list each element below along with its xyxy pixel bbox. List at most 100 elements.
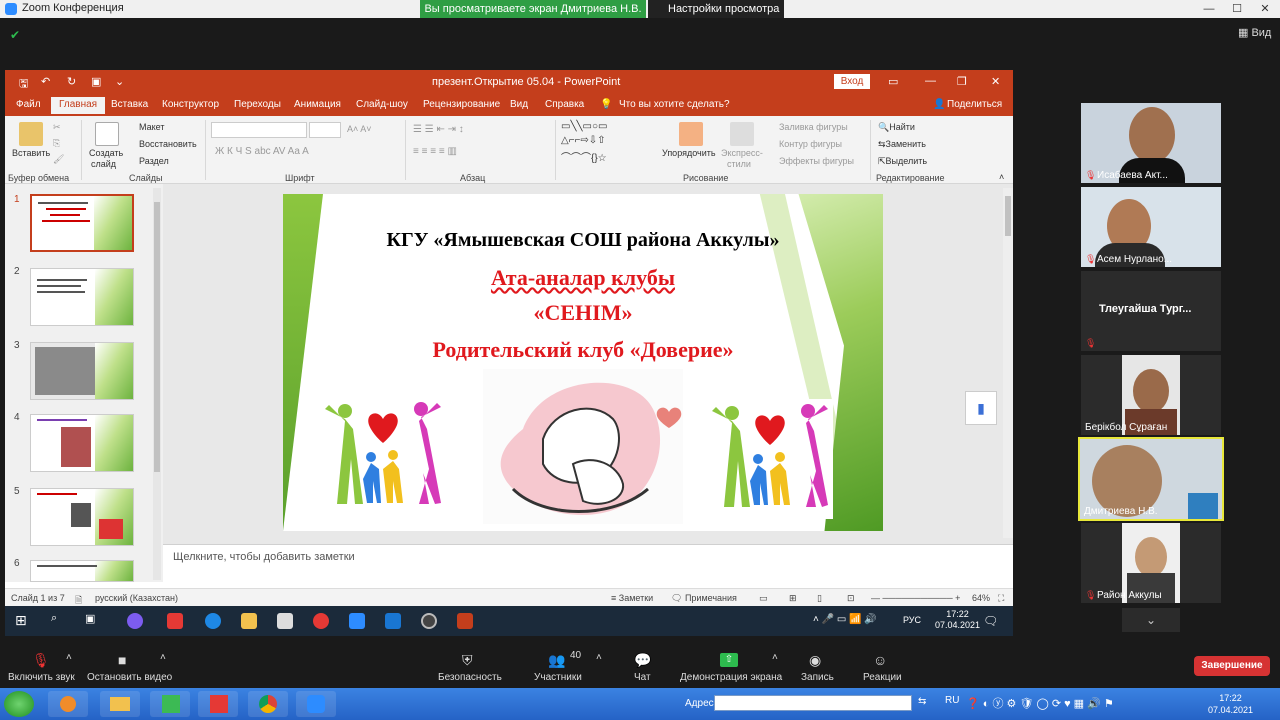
zoom-host-taskbar-button[interactable] [296, 691, 336, 717]
start-slideshow-icon[interactable]: ▣ [91, 75, 101, 88]
slide-thumbnail-3[interactable] [30, 342, 134, 400]
paste-button[interactable]: Вставить [12, 148, 50, 158]
tab-slideshow[interactable]: Слайд-шоу [356, 99, 408, 110]
chrome-taskbar-button[interactable] [248, 691, 288, 717]
reactions-button[interactable]: Реакции [863, 672, 902, 683]
start-button[interactable] [4, 691, 34, 717]
security-shield-icon[interactable]: ⛨ [462, 652, 473, 669]
reactions-smile-icon[interactable]: ☺ [873, 652, 887, 668]
bookmark-icon[interactable]: ▮ [965, 391, 997, 425]
participant-tile[interactable]: 🎙 Асем Нурлано... [1081, 187, 1221, 267]
slide-thumbnail-6[interactable] [30, 560, 134, 582]
align-icons[interactable]: ≡ ≡ ≡ ≡ ▥ [413, 146, 457, 157]
shapes-gallery-row2[interactable]: △⌐⌐⇨⇩⇧ [561, 135, 606, 146]
share-screen-button[interactable]: Демонстрация экрана [680, 672, 782, 683]
font-size-box[interactable] [309, 122, 341, 138]
tray-clock[interactable]: 17:22 07.04.2021 [935, 609, 980, 631]
cut-icon[interactable]: ✂ [53, 122, 61, 133]
security-button[interactable]: Безопасность [438, 672, 502, 683]
participants-chevron-icon[interactable]: ˄ [596, 652, 602, 663]
list-icons[interactable]: ☰ ☰ ⇤ ⇥ ↕ [413, 124, 464, 135]
tab-insert[interactable]: Вставка [111, 99, 148, 110]
font-format-icons[interactable]: Ж К Ч S abc AV Aa A [215, 146, 309, 157]
ppt-minimize-icon[interactable]: — [925, 75, 936, 87]
shape-fill-button[interactable]: Заливка фигуры [779, 122, 848, 132]
tray-icons[interactable]: ˄ 🎤 ▭ 📶 🔊 [813, 614, 877, 625]
paste-icon[interactable] [19, 122, 43, 146]
end-meeting-button[interactable]: Завершение [1194, 656, 1270, 676]
grow-font-icon[interactable]: A˄ A˅ [347, 124, 372, 134]
chat-icon[interactable]: 💬 [634, 652, 651, 669]
video-options-chevron-icon[interactable]: ˄ [160, 652, 166, 663]
mail-icon[interactable] [385, 613, 401, 629]
reset-button[interactable]: Восстановить [139, 139, 197, 149]
notes-pane[interactable]: Щелкните, чтобы добавить заметки [163, 544, 1013, 582]
ribbon-display-icon[interactable]: ▭ [888, 75, 898, 88]
tab-home[interactable]: Главная [51, 97, 106, 114]
slide-thumbnail-1[interactable] [30, 194, 134, 252]
arrange-button[interactable]: Упорядочить [662, 148, 716, 158]
font-name-box[interactable] [211, 122, 307, 138]
share-options-chevron-icon[interactable]: ˄ [772, 652, 778, 663]
tab-transitions[interactable]: Переходы [234, 99, 281, 110]
participant-tile[interactable]: Берікбол Сұраған [1081, 355, 1221, 435]
ppt-restore-icon[interactable]: ❐ [957, 75, 967, 88]
share-screen-icon[interactable]: ⇧ [720, 653, 738, 667]
shape-outline-button[interactable]: Контур фигуры [779, 139, 842, 149]
current-slide[interactable]: КГУ «Ямышевская СОШ района Аккулы» Ата-а… [283, 194, 883, 531]
participants-icon[interactable]: 👥 [548, 652, 565, 669]
slide-thumbnail-4[interactable] [30, 414, 134, 472]
participant-tile[interactable]: Тлеугайша Тург... 🎙 [1081, 271, 1221, 351]
new-slide-icon[interactable] [95, 122, 119, 146]
comments-toggle[interactable]: 🗨 Примечания [671, 593, 737, 604]
alice-icon[interactable] [127, 613, 143, 629]
store-icon[interactable] [277, 613, 293, 629]
yandex-icon[interactable] [167, 613, 183, 629]
shield-check-icon[interactable]: ✔ [10, 28, 22, 42]
tab-help[interactable]: Справка [545, 99, 584, 110]
login-button[interactable]: Вход [834, 74, 870, 89]
new-slide-button[interactable]: Создать [89, 148, 123, 158]
participant-tile[interactable]: 🎙 Исабаева Акт... [1081, 103, 1221, 183]
zoom-taskbar-icon[interactable] [349, 613, 365, 629]
search-icon[interactable]: ⌕ [51, 612, 67, 628]
opera-icon[interactable] [313, 613, 329, 629]
host-clock[interactable]: 17:22 07.04.2021 [1208, 692, 1253, 716]
participants-button[interactable]: Участники [534, 672, 582, 683]
file-explorer-icon[interactable] [241, 613, 257, 629]
view-button[interactable]: ▦ Вид [1238, 26, 1271, 39]
language-status[interactable]: русский (Казахстан) [95, 593, 178, 603]
close-icon[interactable]: ✕ [1252, 0, 1278, 18]
minimize-icon[interactable]: — [1196, 0, 1222, 18]
input-language[interactable]: РУС [903, 615, 921, 625]
format-painter-icon[interactable]: 🖌 [53, 154, 64, 165]
media-player-icon[interactable] [421, 613, 437, 629]
tab-view[interactable]: Вид [510, 99, 528, 110]
keyboard-language[interactable]: RU [945, 695, 959, 706]
redo-icon[interactable]: ↻ [67, 75, 76, 88]
save-icon[interactable]: 🖫 [19, 75, 28, 94]
chat-button[interactable]: Чат [634, 672, 651, 683]
undo-icon[interactable]: ↶ [41, 75, 50, 88]
participant-tile-active-speaker[interactable]: Дмитриева Н.В. [1078, 437, 1224, 521]
section-button[interactable]: Раздел [139, 156, 169, 166]
tab-animations[interactable]: Анимация [294, 99, 341, 110]
quick-styles-button[interactable]: Экспресс- [721, 148, 763, 158]
maximize-icon[interactable]: ☐ [1224, 0, 1250, 18]
fit-slide-icon[interactable]: ⛶ [998, 593, 1004, 604]
muted-mic-icon[interactable]: 🎙 [32, 652, 50, 669]
tab-design[interactable]: Конструктор [162, 99, 219, 110]
copy-icon[interactable]: ⎘ [53, 138, 60, 149]
normal-view-icon[interactable]: ▭ [759, 593, 768, 604]
shapes-gallery[interactable]: ▭╲╲▭○▭ [561, 121, 607, 132]
zoom-slider[interactable]: — ─────────── + [871, 593, 960, 603]
yandex-browser-taskbar-button[interactable] [198, 691, 238, 717]
layout-button[interactable]: Макет [139, 122, 164, 132]
collapse-ribbon-icon[interactable]: ˄ [999, 172, 1004, 182]
edge-icon[interactable] [205, 613, 221, 629]
thumbnails-scrollbar[interactable] [153, 188, 161, 580]
media-player-taskbar-button[interactable] [48, 691, 88, 717]
stop-video-button[interactable]: Остановить видео [87, 672, 172, 683]
windows-start-icon[interactable]: ⊞ [15, 612, 31, 628]
select-button[interactable]: ⇱Выделить [878, 156, 927, 167]
